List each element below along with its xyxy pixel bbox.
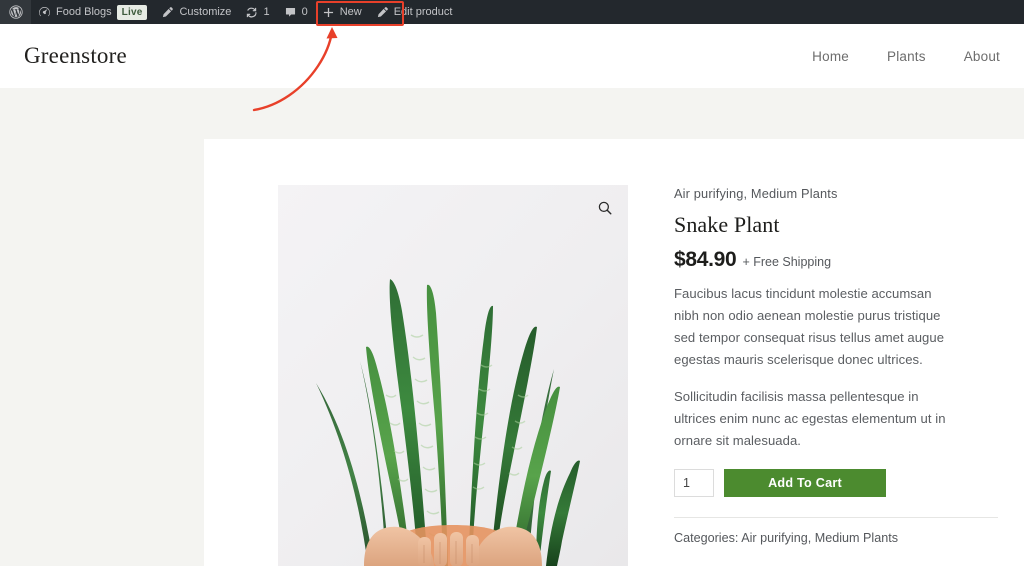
admin-bar-item-site-name[interactable]: Food Blogs Live: [31, 0, 154, 24]
admin-bar-item-edit-product[interactable]: Edit product: [369, 0, 460, 24]
product-summary: Air purifying, Medium Plants Snake Plant…: [628, 185, 998, 566]
pencil-icon: [377, 6, 388, 17]
admin-bar-customize-label: Customize: [179, 6, 232, 18]
product-price-row: $84.90 + Free Shipping: [674, 248, 958, 272]
gallery-zoom-button[interactable]: [590, 193, 620, 223]
dashboard-icon: [39, 6, 50, 16]
site-header: Greenstore Home Plants About: [0, 24, 1024, 88]
nav-link-about[interactable]: About: [964, 49, 1000, 64]
product-title: Snake Plant: [674, 212, 780, 237]
main-navigation: Home Plants About: [812, 49, 1000, 64]
magnifying-glass-icon: [598, 201, 612, 215]
live-badge: Live: [116, 4, 148, 20]
admin-bar-updates-count: 1: [263, 6, 270, 18]
categories-label: Categories:: [674, 530, 739, 545]
admin-bar-item-customize[interactable]: Customize: [154, 0, 238, 24]
product-description-paragraph-2: Sollicitudin facilisis massa pellentesqu…: [674, 388, 946, 448]
admin-bar-item-comments[interactable]: 0: [277, 0, 315, 24]
page-body: Air purifying, Medium Plants Snake Plant…: [0, 88, 1024, 566]
pencil-icon: [163, 6, 174, 17]
categories-separator: ,: [807, 530, 812, 545]
admin-bar-item-updates[interactable]: 1: [238, 0, 276, 24]
admin-bar-comments-count: 0: [301, 6, 308, 18]
admin-bar-site-name-label: Food Blogs: [56, 6, 112, 18]
product-content-card: Air purifying, Medium Plants Snake Plant…: [204, 139, 1024, 566]
quantity-input[interactable]: [674, 468, 714, 497]
shipping-note: + Free Shipping: [742, 255, 832, 269]
comment-bubble-icon: [285, 7, 295, 17]
add-to-cart-button[interactable]: Add To Cart: [724, 468, 886, 497]
product-category-breadcrumb[interactable]: Air purifying, Medium Plants: [674, 186, 958, 201]
single-product: Air purifying, Medium Plants Snake Plant…: [204, 139, 1024, 566]
nav-link-plants[interactable]: Plants: [887, 49, 926, 64]
admin-bar-new-label: New: [339, 6, 362, 18]
wp-admin-bar: Food Blogs Live Customize 1 0 New Edit p…: [0, 0, 1024, 24]
wordpress-logo-icon: [9, 5, 23, 19]
admin-bar-edit-product-label: Edit product: [393, 6, 453, 18]
wordpress-logo-button[interactable]: [0, 0, 31, 24]
product-price: $84.90: [674, 248, 737, 271]
product-categories: Categories: Air purifying, Medium Plants: [674, 531, 958, 545]
update-arrows-icon: [247, 7, 257, 18]
product-image: [278, 185, 628, 566]
category-link-air-purifying[interactable]: Air purifying: [741, 531, 808, 545]
admin-bar-item-new-content[interactable]: New: [315, 0, 369, 24]
add-to-cart-form: Add To Cart: [674, 468, 958, 497]
plus-icon: [323, 7, 333, 17]
product-description-paragraph-1: Faucibus lacus tincidunt molestie accums…: [674, 286, 945, 367]
site-brand-logo[interactable]: Greenstore: [24, 43, 127, 69]
category-link-medium-plants[interactable]: Medium Plants: [815, 531, 898, 545]
product-gallery[interactable]: [278, 185, 628, 566]
nav-link-home[interactable]: Home: [812, 49, 849, 64]
product-meta-divider: [674, 516, 998, 518]
